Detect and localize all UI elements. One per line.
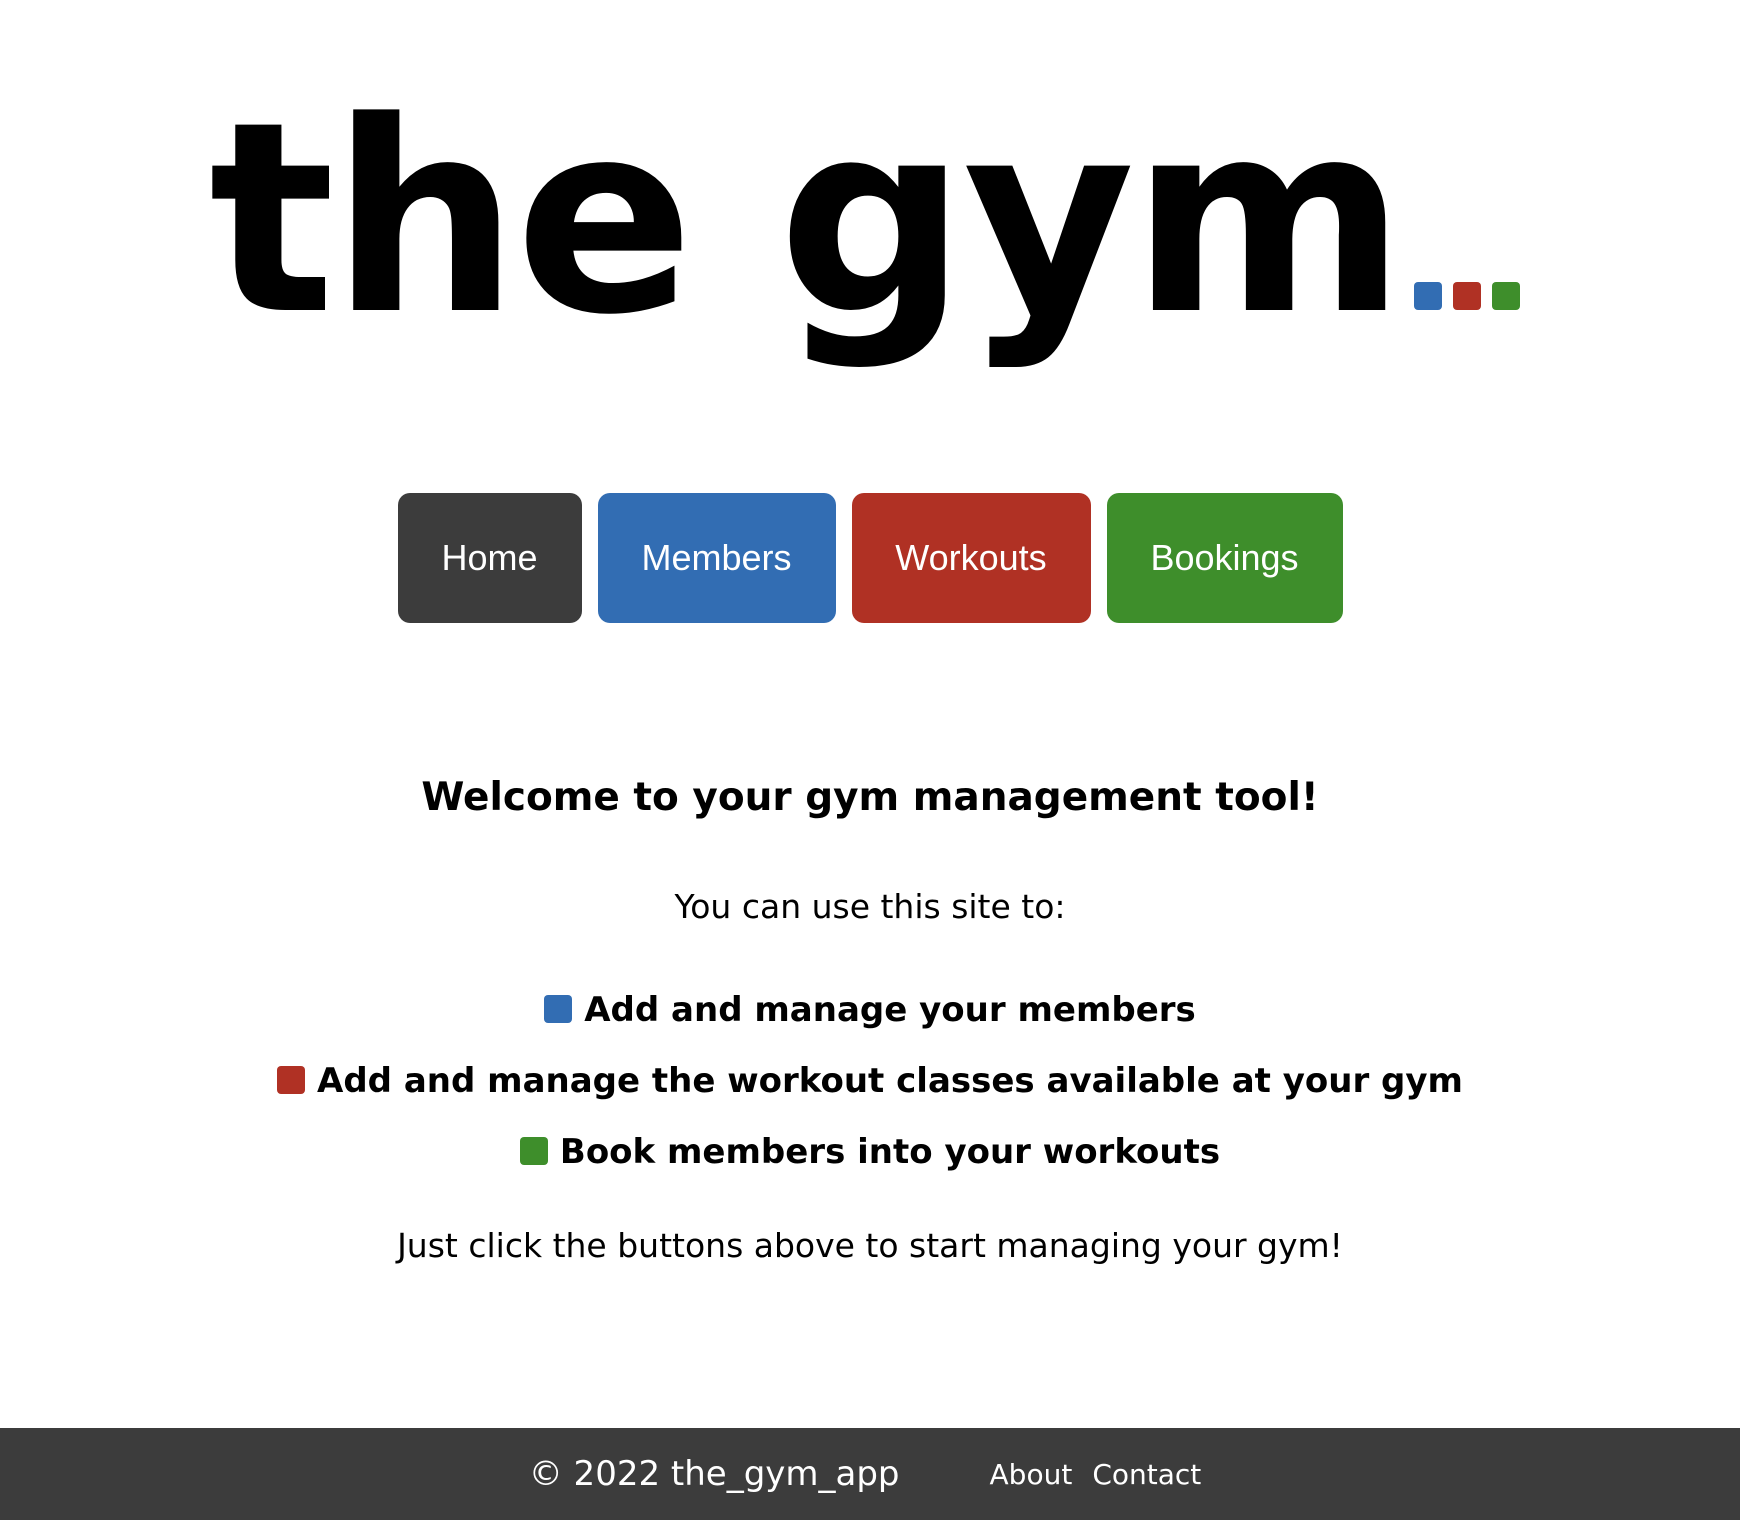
main-content: Welcome to your gym management tool! You… — [0, 770, 1740, 1274]
nav-workouts-button[interactable]: Workouts — [851, 493, 1091, 623]
nav-bookings-button[interactable]: Bookings — [1106, 493, 1343, 623]
main-nav: Home Members Workouts Bookings — [0, 493, 1740, 623]
feature-text: Add and manage the workout classes avail… — [317, 1061, 1463, 1101]
intro-text: You can use this site to: — [674, 887, 1066, 926]
feature-text: Book members into your workouts — [559, 1132, 1221, 1172]
logo-text: the gym — [208, 66, 1406, 373]
footer-about-link[interactable]: About — [990, 1458, 1073, 1491]
red-square-icon — [1453, 282, 1482, 310]
feature-item-workouts: Add and manage the workout classes avail… — [0, 1046, 1740, 1117]
feature-list: Add and manage your members Add and mana… — [0, 975, 1740, 1188]
nav-home-button[interactable]: Home — [397, 493, 582, 623]
outro-text: Just click the buttons above to start ma… — [397, 1226, 1343, 1265]
site-footer: © 2022 the_gym_app About Contact — [0, 1428, 1740, 1520]
welcome-heading: Welcome to your gym management tool! — [421, 775, 1319, 820]
site-logo: the gym — [0, 88, 1740, 352]
logo-dots — [1414, 282, 1531, 314]
blue-square-icon — [1414, 282, 1443, 310]
feature-item-members: Add and manage your members — [0, 975, 1740, 1046]
footer-contact-link[interactable]: Contact — [1092, 1458, 1201, 1491]
red-square-icon — [277, 1066, 305, 1094]
feature-text: Add and manage your members — [584, 990, 1196, 1030]
feature-item-bookings: Book members into your workouts — [0, 1117, 1740, 1188]
green-square-icon — [519, 1137, 548, 1165]
blue-square-icon — [544, 995, 573, 1023]
nav-members-button[interactable]: Members — [597, 493, 836, 623]
green-square-icon — [1492, 282, 1521, 310]
copyright-text: © 2022 the_gym_app — [528, 1454, 900, 1494]
